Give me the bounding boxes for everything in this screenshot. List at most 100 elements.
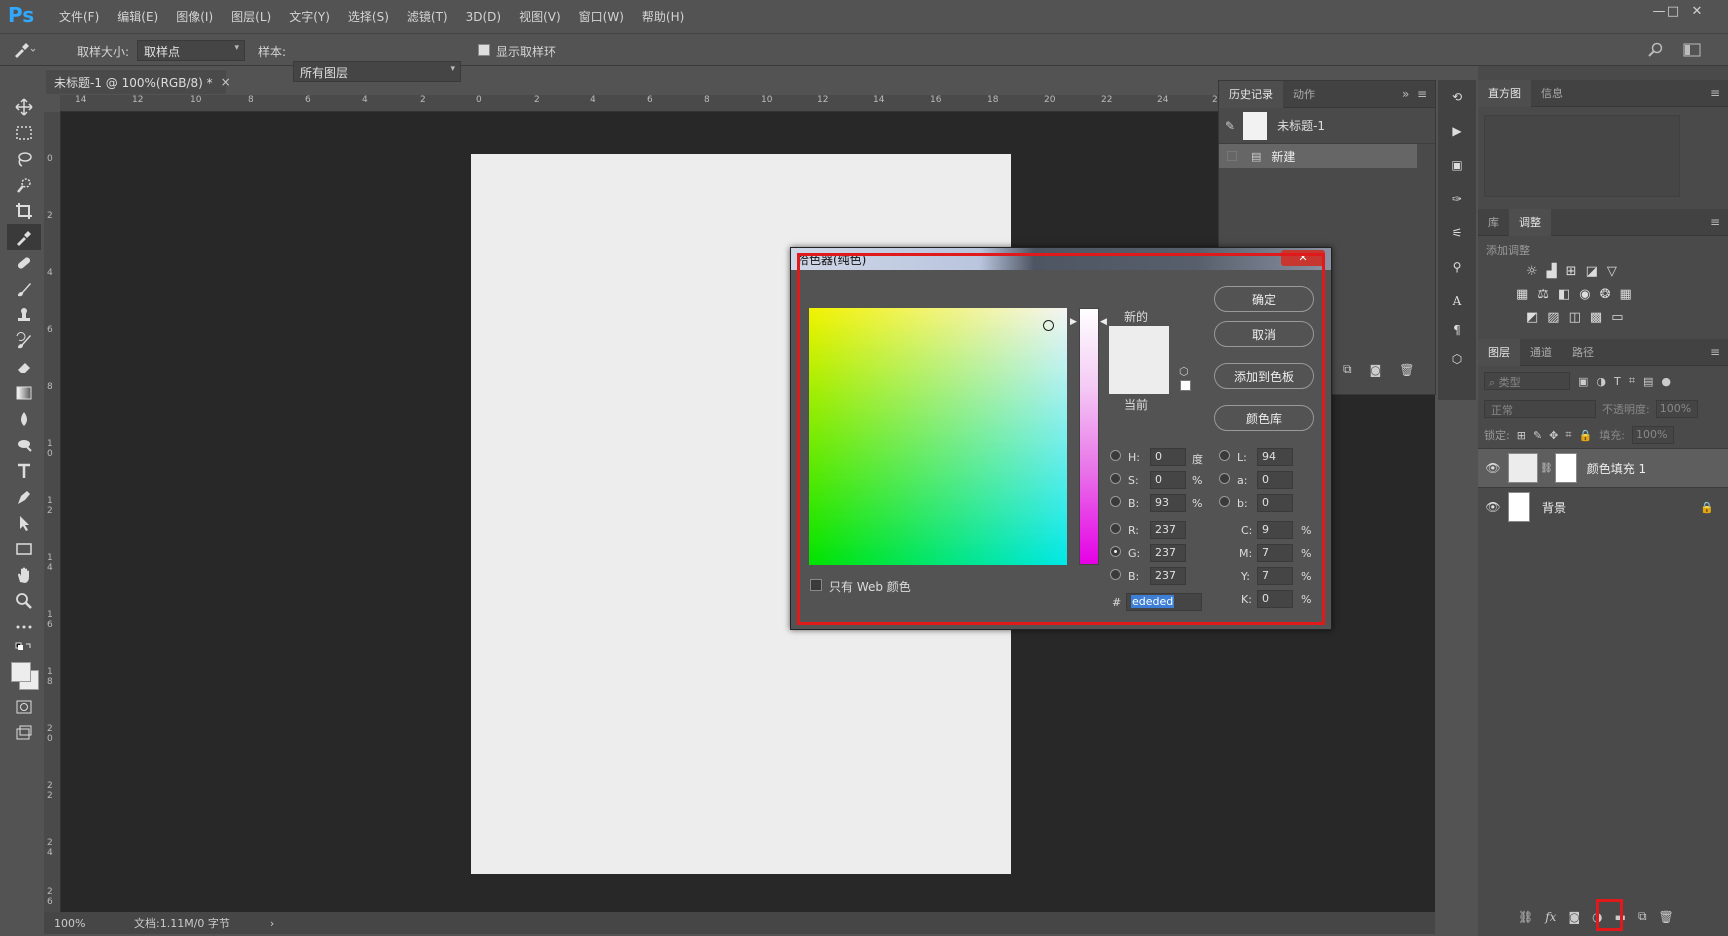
eye-icon[interactable]: 👁 (1478, 461, 1508, 475)
properties-icon[interactable]: ▣ (1438, 148, 1476, 182)
link-icon[interactable]: ⛓ (1540, 463, 1553, 474)
path-select-tool-icon[interactable] (7, 510, 41, 536)
tab-info[interactable]: 信息 (1531, 80, 1573, 107)
move-tool-icon[interactable] (7, 94, 41, 120)
foreground-color-swatch[interactable] (11, 662, 31, 682)
brushes-icon[interactable]: ✑ (1438, 182, 1476, 216)
layer-row-background[interactable]: 👁 背景 🔒 (1478, 488, 1728, 526)
black-white-icon[interactable]: ◧ (1558, 287, 1570, 302)
gradient-map-icon[interactable]: ▭ (1611, 310, 1623, 325)
rectangle-tool-icon[interactable] (7, 536, 41, 562)
menu-filter[interactable]: 滤镜(T) (398, 8, 457, 25)
tab-paths[interactable]: 路径 (1562, 339, 1604, 366)
tab-histogram[interactable]: 直方图 (1478, 79, 1531, 107)
filter-pixel-icon[interactable]: ▣ (1578, 375, 1588, 388)
curves-icon[interactable]: ⊞ (1566, 264, 1577, 279)
eyedropper-tool-icon[interactable] (7, 224, 41, 250)
zoom-level[interactable]: 100% (54, 917, 109, 930)
lock-all-icon[interactable]: 🔒 (1579, 429, 1593, 442)
history-icon[interactable]: ⟲ (1438, 80, 1476, 114)
menu-layer[interactable]: 图层(L) (222, 8, 280, 25)
menu-view[interactable]: 视图(V) (510, 8, 570, 25)
layer-row-color-fill[interactable]: 👁 ⛓ 颜色填充 1 (1478, 448, 1728, 488)
invert-icon[interactable]: ◩ (1526, 310, 1538, 325)
selective-color-icon[interactable]: ▩ (1590, 310, 1602, 325)
delete-layer-icon[interactable]: 🗑 (1659, 910, 1674, 924)
sample-select[interactable]: 所有图层 ▾ (293, 61, 461, 82)
dodge-tool-icon[interactable] (7, 432, 41, 458)
exposure-icon[interactable]: ◪ (1586, 264, 1598, 279)
lasso-tool-icon[interactable] (7, 146, 41, 172)
type-tool-icon[interactable] (7, 458, 41, 484)
clone-source-icon[interactable]: ⚲ (1438, 250, 1476, 284)
swap-colors-icon[interactable] (7, 640, 41, 658)
show-ring-checkbox[interactable] (478, 44, 490, 56)
character-icon[interactable]: A (1438, 284, 1476, 318)
more-tools-icon[interactable] (7, 614, 41, 640)
color-balance-icon[interactable]: ⚖ (1537, 287, 1549, 302)
menu-help[interactable]: 帮助(H) (633, 8, 693, 25)
brush-source-icon[interactable]: ✎ (1225, 119, 1235, 133)
blur-tool-icon[interactable] (7, 406, 41, 432)
sample-size-select[interactable]: 取样点 ▾ (137, 40, 245, 61)
opacity-input[interactable]: 100% (1655, 400, 1698, 418)
gradient-tool-icon[interactable] (7, 380, 41, 406)
lock-artboard-icon[interactable]: ⌗ (1565, 428, 1571, 442)
search-icon[interactable] (1648, 42, 1664, 58)
history-brush-tool-icon[interactable] (7, 328, 41, 354)
vibrance-icon[interactable]: ▽ (1607, 264, 1617, 279)
history-snapshot[interactable]: ✎ 未标题-1 (1219, 108, 1435, 144)
photo-filter-icon[interactable]: ◉ (1579, 287, 1590, 302)
filter-adjust-icon[interactable]: ◑ (1596, 375, 1606, 388)
hand-tool-icon[interactable] (7, 562, 41, 588)
status-menu-arrow[interactable]: › (270, 917, 274, 930)
fill-input[interactable]: 100% (1632, 426, 1674, 444)
hue-saturation-icon[interactable]: ▦ (1516, 287, 1528, 302)
menu-select[interactable]: 选择(S) (339, 8, 398, 25)
screen-mode-icon[interactable] (7, 720, 41, 746)
filter-smart-icon[interactable]: ▤ (1643, 375, 1653, 388)
trash-icon[interactable]: 🗑 (1399, 363, 1414, 377)
lock-pixels-icon[interactable]: ✎ (1533, 429, 1542, 442)
brightness-icon[interactable]: ☼ (1526, 264, 1538, 279)
link-layers-icon[interactable]: ⛓ (1518, 910, 1533, 924)
blend-mode-select[interactable]: 正常 (1484, 400, 1596, 418)
close-window-button[interactable]: ✕ (1684, 2, 1710, 22)
camera-icon[interactable]: ◙ (1370, 363, 1382, 377)
workspace-icon[interactable] (1683, 42, 1701, 58)
add-mask-icon[interactable]: ◙ (1568, 910, 1580, 924)
filter-type-icon[interactable]: T (1614, 375, 1621, 388)
layer-filter-select[interactable]: ⌕ 类型 (1484, 372, 1570, 390)
3d-cube-icon[interactable]: ⬡ (1438, 342, 1476, 376)
fx-icon[interactable]: fx (1545, 910, 1556, 924)
marquee-tool-icon[interactable] (7, 120, 41, 146)
menu-window[interactable]: 窗口(W) (570, 8, 633, 25)
zoom-tool-icon[interactable] (7, 588, 41, 614)
filter-shape-icon[interactable]: ⌗ (1629, 374, 1635, 388)
lock-transparent-icon[interactable]: ⊞ (1517, 429, 1526, 442)
filter-toggle-icon[interactable]: ● (1661, 375, 1671, 388)
crop-tool-icon[interactable] (7, 198, 41, 224)
threshold-icon[interactable]: ◫ (1569, 310, 1581, 325)
layer-name[interactable]: 颜色填充 1 (1587, 460, 1646, 477)
tab-layers[interactable]: 图层 (1478, 338, 1520, 366)
new-document-icon[interactable]: ⧉ (1343, 362, 1352, 377)
layer-name[interactable]: 背景 (1542, 499, 1566, 516)
panel-menu-icon[interactable]: ≡ (1710, 345, 1728, 359)
maximize-button[interactable]: □ (1660, 2, 1686, 22)
healing-brush-tool-icon[interactable] (7, 250, 41, 276)
panel-menu-icon[interactable]: ≡ (1710, 215, 1728, 229)
posterize-icon[interactable]: ▨ (1547, 310, 1559, 325)
actions-play-icon[interactable]: ▶ (1438, 114, 1476, 148)
channel-mixer-icon[interactable]: ❂ (1600, 287, 1611, 302)
sliders-icon[interactable]: ⚟ (1438, 216, 1476, 250)
menu-type[interactable]: 文字(Y) (280, 8, 339, 25)
tab-channels[interactable]: 通道 (1520, 339, 1562, 366)
quick-mask-icon[interactable] (7, 694, 41, 720)
history-step[interactable]: ▤ 新建 (1219, 144, 1417, 168)
panel-collapse-icon[interactable]: » ≡ (1402, 87, 1435, 101)
eye-icon[interactable]: 👁 (1478, 500, 1508, 514)
step-checkbox[interactable] (1227, 151, 1237, 161)
lock-position-icon[interactable]: ✥ (1549, 429, 1558, 442)
menu-file[interactable]: 文件(F) (50, 8, 108, 25)
